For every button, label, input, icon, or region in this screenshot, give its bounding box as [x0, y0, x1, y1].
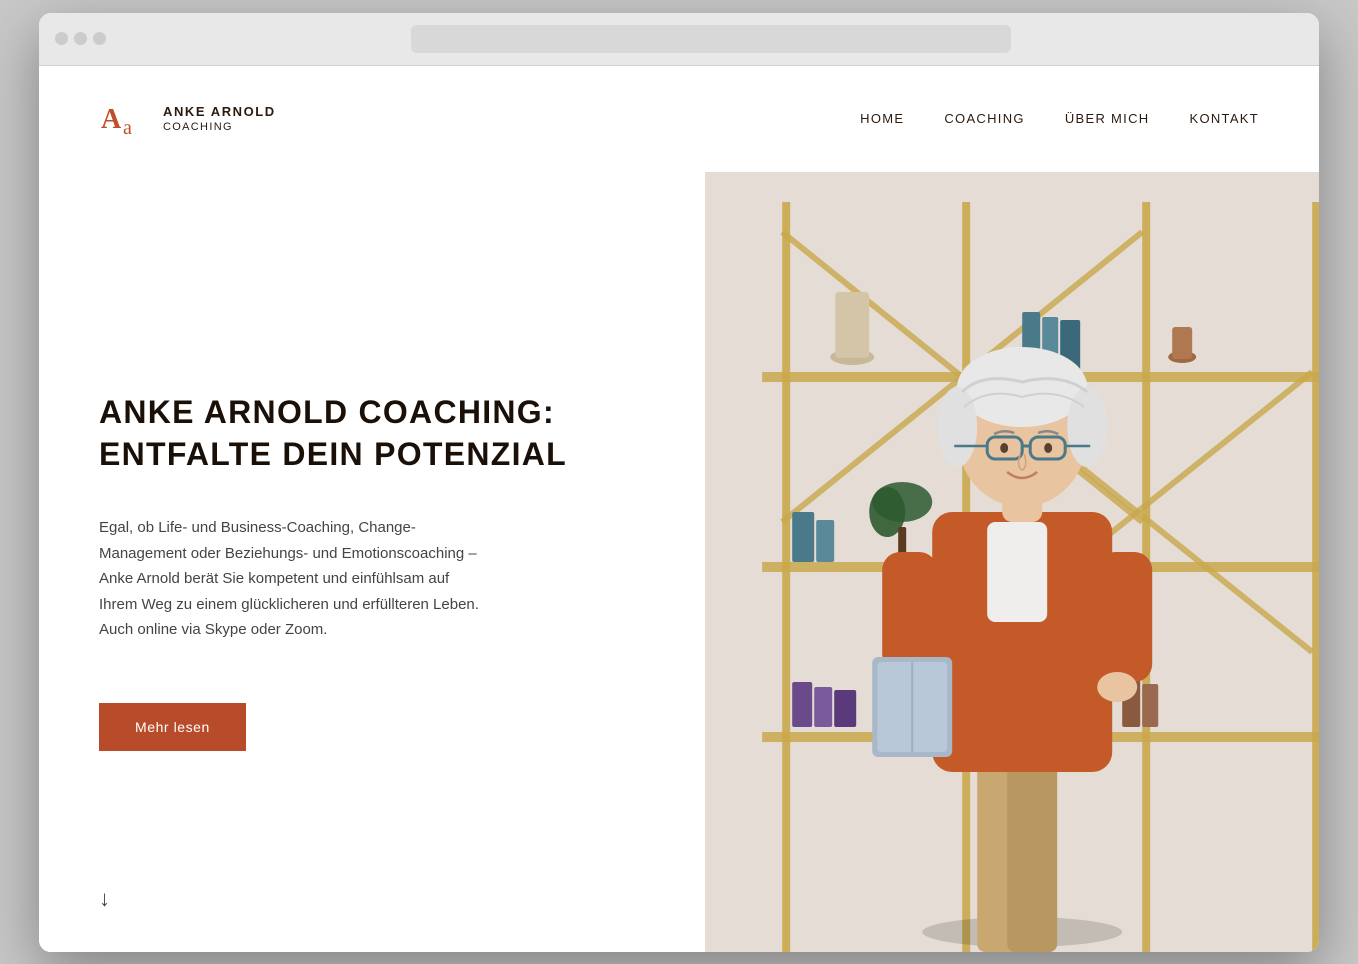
hero-right-panel [705, 172, 1319, 952]
hero-image [705, 172, 1319, 952]
browser-window: A a ANKE ARNOLD COACHING HOME COACHING Ü… [39, 13, 1319, 952]
hero-left-panel: ANKE ARNOLD COACHING: ENTFALTE DEIN POTE… [39, 172, 705, 952]
nav-coaching[interactable]: COACHING [944, 111, 1024, 126]
browser-chrome [39, 13, 1319, 66]
nav-kontakt[interactable]: KONTAKT [1189, 111, 1259, 126]
browser-dot-maximize[interactable] [93, 32, 106, 45]
logo-area[interactable]: A a ANKE ARNOLD COACHING [99, 94, 276, 144]
nav-home[interactable]: HOME [860, 111, 904, 126]
mehr-lesen-button[interactable]: Mehr lesen [99, 703, 246, 751]
browser-dots [55, 32, 106, 45]
svg-text:A: A [101, 104, 122, 135]
hero-title-line1: ANKE ARNOLD COACHING: [99, 394, 555, 430]
logo-icon: A a [99, 94, 149, 144]
site-header: A a ANKE ARNOLD COACHING HOME COACHING Ü… [39, 66, 1319, 172]
browser-dot-close[interactable] [55, 32, 68, 45]
logo-name: ANKE ARNOLD [163, 104, 276, 121]
logo-text: ANKE ARNOLD COACHING [163, 104, 276, 133]
hero-title-line2: ENTFALTE DEIN POTENZIAL [99, 436, 567, 472]
logo-subtitle: COACHING [163, 121, 276, 133]
nav-ueber-mich[interactable]: ÜBER MICH [1065, 111, 1150, 126]
hero-section: ANKE ARNOLD COACHING: ENTFALTE DEIN POTE… [39, 172, 1319, 952]
hero-title: ANKE ARNOLD COACHING: ENTFALTE DEIN POTE… [99, 392, 645, 475]
site-navigation: HOME COACHING ÜBER MICH KONTAKT [860, 111, 1259, 126]
svg-text:a: a [123, 117, 132, 139]
website-content: A a ANKE ARNOLD COACHING HOME COACHING Ü… [39, 66, 1319, 952]
browser-address-bar[interactable] [411, 25, 1011, 53]
hero-body-text: Egal, ob Life- und Business-Coaching, Ch… [99, 515, 479, 643]
scroll-arrow: ↓ [99, 886, 110, 912]
browser-dot-minimize[interactable] [74, 32, 87, 45]
